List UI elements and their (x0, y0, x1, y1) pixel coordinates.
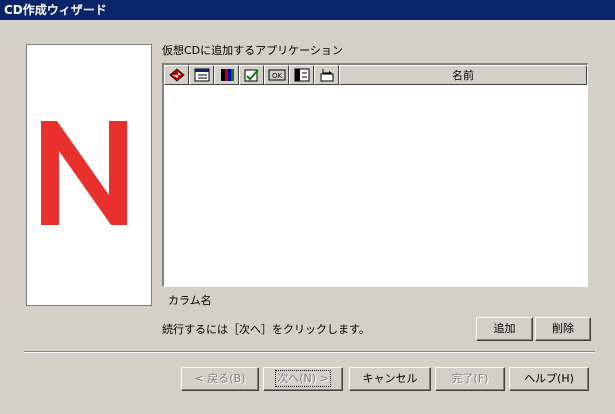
delete-button[interactable]: 削除 (535, 317, 591, 341)
next-button[interactable]: 次へ(N) > (263, 367, 343, 391)
finish-button[interactable]: 完了(F) (435, 367, 505, 391)
column-caption: カラム名 (168, 294, 212, 307)
cancel-button[interactable]: キャンセル (349, 367, 431, 391)
application-list-label: 仮想CDに追加するアプリケーション (162, 44, 343, 57)
column-list-details[interactable] (189, 65, 214, 85)
add-button[interactable]: 追加 (476, 317, 533, 341)
title-bar: CD作成ウィザード (0, 0, 615, 20)
color-palette-icon (220, 69, 234, 81)
instruction-text: 続行するには［次へ］をクリックします。 (162, 323, 370, 336)
window-title: CD作成ウィザード (4, 3, 107, 17)
column-name-label: 名前 (452, 69, 474, 82)
application-list[interactable]: OK 名前 (162, 63, 588, 287)
column-header-name[interactable]: 名前 (339, 65, 587, 85)
export-arrow-icon (320, 69, 333, 82)
column-color-palette[interactable] (214, 65, 239, 85)
column-ok-box[interactable]: OK (264, 65, 289, 85)
column-app-diamond[interactable] (164, 65, 189, 85)
novell-n-logo-icon (41, 121, 127, 225)
svg-text:OK: OK (271, 72, 282, 80)
separator-line (24, 351, 595, 353)
column-panel-window[interactable] (289, 65, 314, 85)
column-edit-check[interactable] (239, 65, 264, 85)
column-export-arrow[interactable] (314, 65, 339, 85)
cd-creation-wizard-window: CD作成ウィザード 仮想CDに追加するアプリケーション OK 名前 カラム名 続… (0, 0, 615, 414)
ok-box-icon: OK (268, 69, 285, 81)
next-button-label: 次へ(N) > (275, 370, 331, 387)
edit-check-icon (244, 69, 259, 82)
panel-window-icon (294, 68, 309, 82)
help-button[interactable]: ヘルプ(H) (509, 367, 589, 391)
list-details-icon (194, 68, 209, 82)
back-button[interactable]: < 戻る(B) (181, 367, 259, 391)
wizard-logo-panel (26, 44, 152, 306)
app-diamond-icon (168, 68, 185, 82)
